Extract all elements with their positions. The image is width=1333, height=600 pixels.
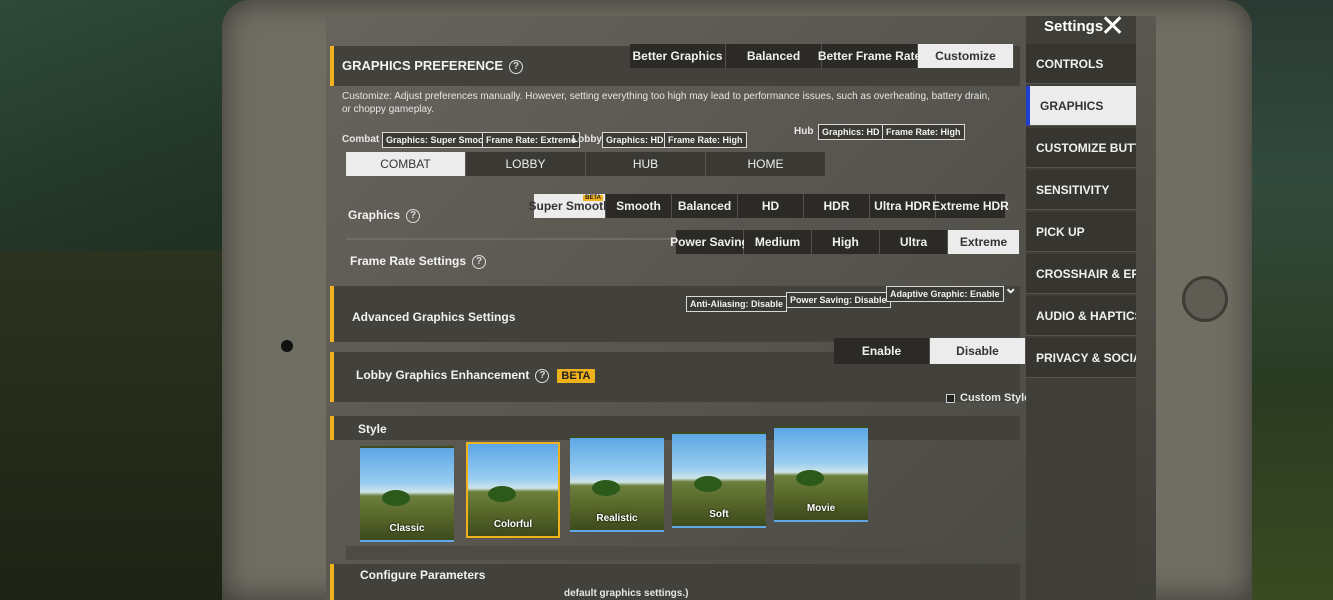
frame-rate-selector: Power Saving Medium High Ultra Extreme <box>670 230 1020 254</box>
graphics-extreme-hdr[interactable]: Extreme HDR <box>932 194 1009 218</box>
graphics-quality-selector: Super Smooth BETA Smooth Balanced HD HDR … <box>529 194 1009 218</box>
lobby-enhancement-disable[interactable]: Disable <box>930 338 1026 364</box>
preset-better-graphics[interactable]: Better Graphics <box>630 44 726 68</box>
chip-anti-aliasing: Anti-Aliasing: Disable <box>686 296 788 312</box>
preset-better-frame-rate[interactable]: Better Frame Rate <box>818 44 921 68</box>
summary-combat-frame-rate: Frame Rate: Extreme <box>482 132 581 148</box>
frame-rate-power-saving[interactable]: Power Saving <box>670 230 749 254</box>
home-button[interactable] <box>1182 276 1228 322</box>
style-movie[interactable]: Movie <box>774 426 868 522</box>
style-colorful-label: Colorful <box>493 519 533 530</box>
game-screen: GRAPHICS PREFERENCE? Better Graphics Bal… <box>326 16 1156 600</box>
graphics-super-smooth[interactable]: Super Smooth BETA <box>529 194 611 218</box>
graphics-label: Graphics? <box>348 208 421 223</box>
section-divider <box>346 546 1026 560</box>
configure-partial-text: default graphics settings.) <box>564 588 689 599</box>
frame-rate-help-icon[interactable]: ? <box>472 254 487 269</box>
beta-badge: BETA <box>557 368 595 383</box>
mode-tabs: COMBAT LOBBY HUB HOME <box>346 152 826 176</box>
chevron-down-icon[interactable]: ⌄ <box>1004 278 1017 298</box>
graphics-smooth[interactable]: Smooth <box>606 194 672 218</box>
tab-lobby[interactable]: LOBBY <box>466 152 586 176</box>
tree-icon <box>382 490 410 506</box>
sidebar-item-privacy-social[interactable]: PRIVACY & SOCIAL <box>1026 338 1136 378</box>
lobby-help-icon[interactable]: ? <box>535 368 550 383</box>
summary-lobby-frame-rate: Frame Rate: High <box>664 132 747 148</box>
sidebar-item-graphics[interactable]: GRAPHICS <box>1026 86 1136 126</box>
camera-icon <box>281 340 293 352</box>
sidebar-item-pick-up[interactable]: PICK UP <box>1026 212 1136 252</box>
tree-icon <box>488 486 516 502</box>
style-soft[interactable]: Soft <box>672 432 766 528</box>
style-label: Style <box>358 422 387 436</box>
configure-parameters-label: Configure Parameters <box>360 568 486 582</box>
sidebar-item-sensitivity[interactable]: SENSITIVITY <box>1026 170 1136 210</box>
summary-hub-label: Hub <box>794 126 814 137</box>
summary-lobby-graphics: Graphics: HD <box>602 132 668 148</box>
settings-title: Settings <box>1044 18 1104 35</box>
frame-rate-medium[interactable]: Medium <box>744 230 812 254</box>
style-realistic[interactable]: Realistic <box>570 436 664 532</box>
style-classic[interactable]: Classic <box>360 446 454 542</box>
sidebar-item-customize-buttons[interactable]: CUSTOMIZE BUTTONS <box>1026 128 1136 168</box>
tab-combat[interactable]: COMBAT <box>346 152 466 176</box>
frame-rate-label: Frame Rate Settings? <box>350 254 487 269</box>
tree-icon <box>694 476 722 492</box>
chip-adaptive-graphic: Adaptive Graphic: Enable <box>886 286 1004 302</box>
sidebar-item-controls[interactable]: CONTROLS <box>1026 44 1136 84</box>
sidebar-item-crosshair-effect[interactable]: CROSSHAIR & EFFECT <box>1026 254 1136 294</box>
graphics-balanced[interactable]: Balanced <box>672 194 738 218</box>
style-realistic-label: Realistic <box>596 513 638 524</box>
tree-icon <box>796 470 824 486</box>
sidebar-item-audio-haptics[interactable]: AUDIO & HAPTICS <box>1026 296 1136 336</box>
lobby-enhancement-label: Lobby Graphics Enhancement? BETA <box>356 368 595 383</box>
style-colorful[interactable]: Colorful <box>466 442 560 538</box>
summary-hub-frame-rate: Frame Rate: High <box>882 124 965 140</box>
custom-style-checkbox[interactable]: Custom Style <box>946 392 1030 404</box>
lobby-enhancement-enable[interactable]: Enable <box>834 338 930 364</box>
summary-hub-graphics: Graphics: HD <box>818 124 884 140</box>
help-icon[interactable]: ? <box>509 59 524 74</box>
preset-balanced[interactable]: Balanced <box>726 44 822 68</box>
lobby-enhancement-toggle: Enable Disable <box>834 338 1026 364</box>
frame-rate-extreme[interactable]: Extreme <box>948 230 1020 254</box>
page-title: GRAPHICS PREFERENCE? <box>342 58 524 74</box>
summary-lobby-label: Lobby <box>572 134 602 145</box>
style-soft-label: Soft <box>709 509 729 520</box>
summary-combat-graphics: Graphics: Super Smooth <box>382 132 497 148</box>
chip-power-saving: Power Saving: Disable <box>786 292 891 308</box>
style-movie-label: Movie <box>806 503 836 514</box>
preset-customize[interactable]: Customize <box>918 44 1014 68</box>
tree-icon <box>592 480 620 496</box>
advanced-settings-label[interactable]: Advanced Graphics Settings <box>352 310 515 324</box>
style-classic-label: Classic <box>389 523 425 534</box>
tab-home[interactable]: HOME <box>706 152 826 176</box>
background-left <box>0 0 260 600</box>
close-icon[interactable]: ✕ <box>1100 16 1125 42</box>
frame-rate-high[interactable]: High <box>812 230 880 254</box>
beta-tag: BETA <box>583 195 603 201</box>
summary-combat-label: Combat <box>342 134 380 145</box>
graphics-help-icon[interactable]: ? <box>406 208 421 223</box>
tab-hub[interactable]: HUB <box>586 152 706 176</box>
graphics-ultra-hdr[interactable]: Ultra HDR <box>870 194 936 218</box>
preset-description: Customize: Adjust preferences manually. … <box>342 91 990 115</box>
graphics-hdr[interactable]: HDR <box>804 194 870 218</box>
graphics-hd[interactable]: HD <box>738 194 804 218</box>
preset-selector: Better Graphics Balanced Better Frame Ra… <box>630 44 1014 68</box>
frame-rate-ultra[interactable]: Ultra <box>880 230 948 254</box>
graphics-panel: GRAPHICS PREFERENCE? Better Graphics Bal… <box>326 16 1030 600</box>
checkbox-icon <box>946 393 955 403</box>
